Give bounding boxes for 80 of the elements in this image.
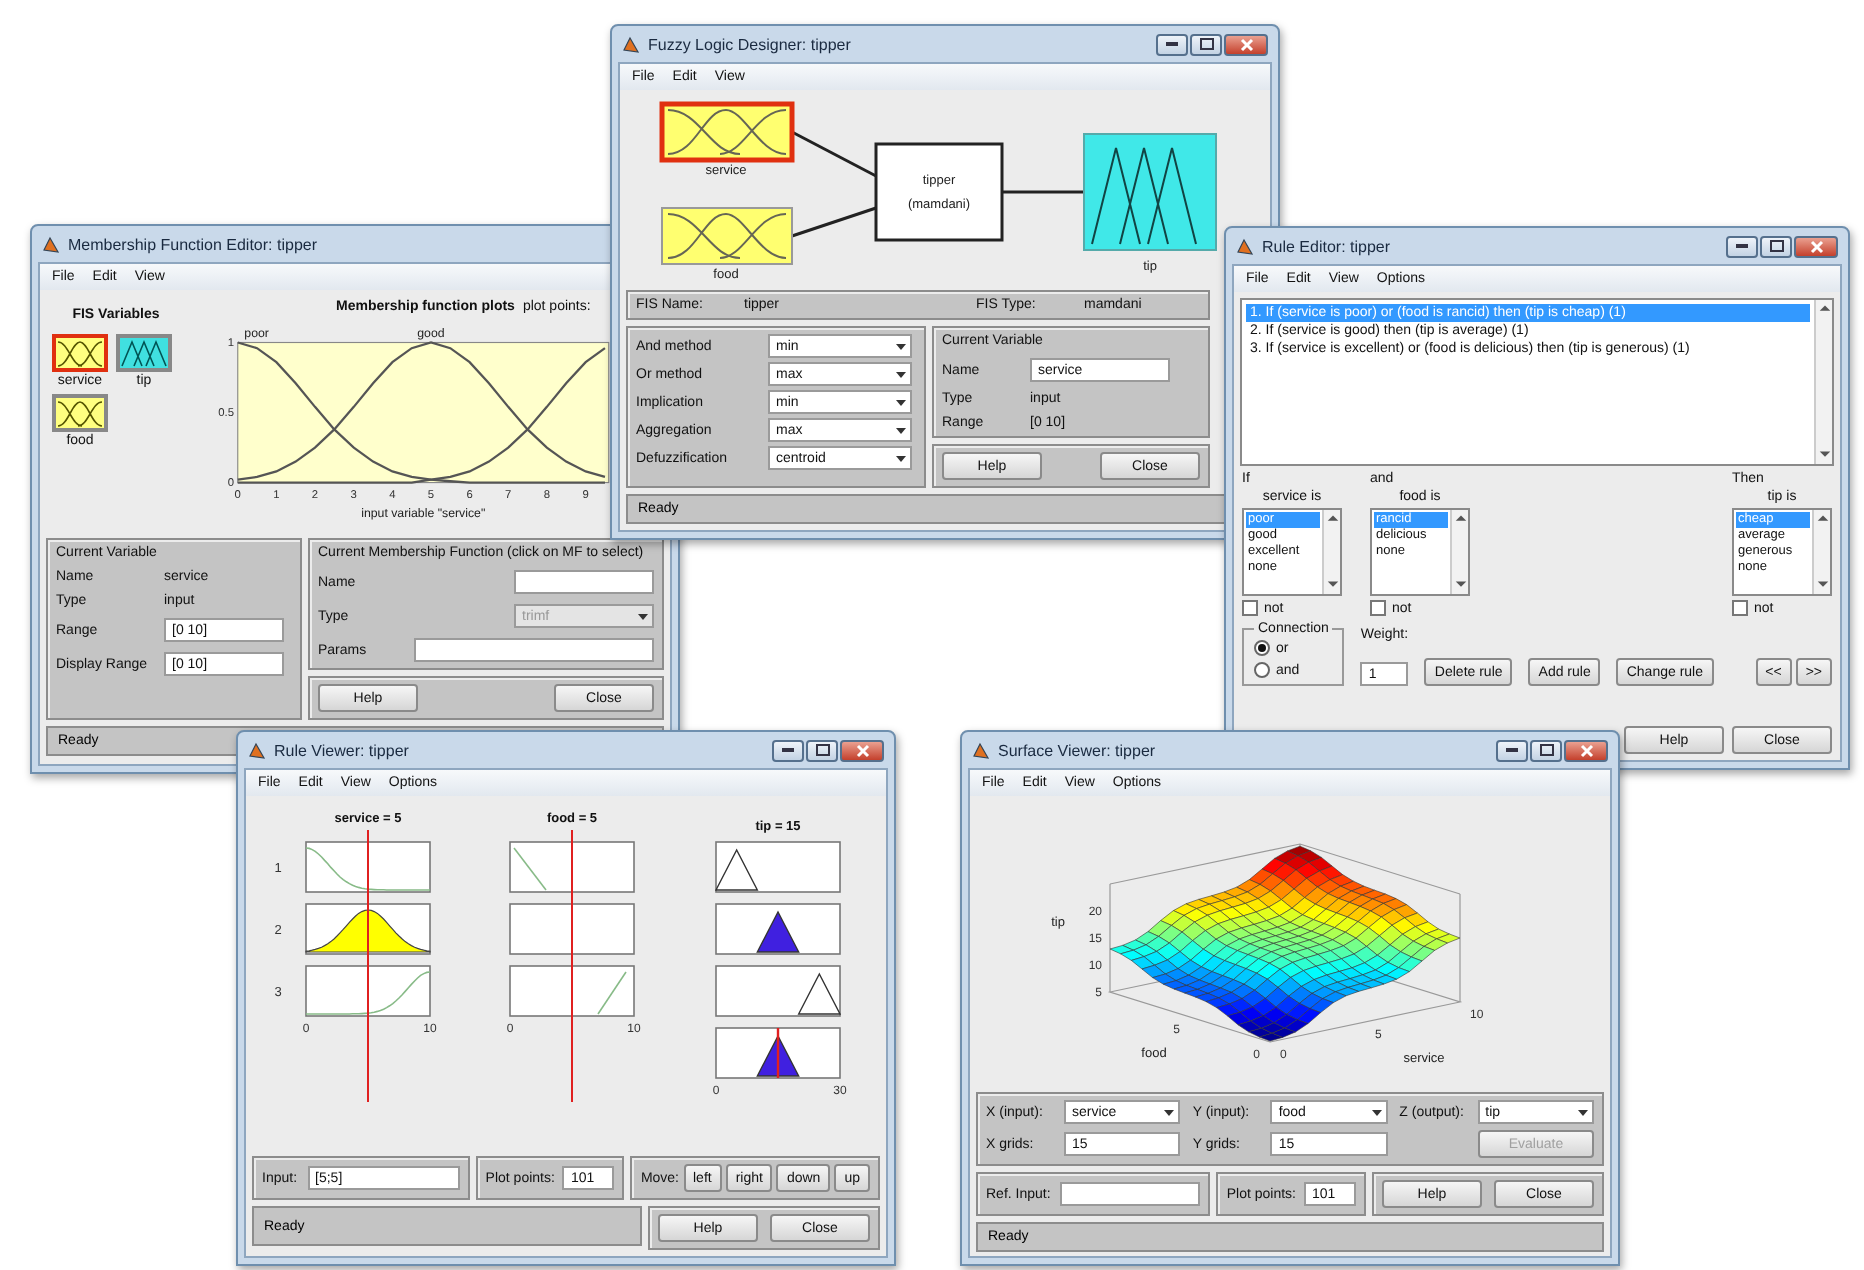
connector-line — [791, 130, 877, 178]
scroll-down-icon[interactable] — [1325, 578, 1339, 592]
checkbox[interactable] — [1242, 600, 1258, 616]
window-title: Rule Viewer: tipper — [274, 741, 411, 759]
window-title: Surface Viewer: tipper — [998, 741, 1158, 759]
connector-line — [1002, 190, 1084, 194]
window-title: Membership Function Editor: tipper — [68, 235, 319, 253]
window-title: Fuzzy Logic Designer: tipper — [648, 35, 853, 53]
mf-plot — [714, 841, 841, 893]
variable-icon[interactable] — [116, 334, 172, 372]
minimize-button[interactable] — [1496, 739, 1528, 761]
mf-plot — [715, 903, 841, 955]
input-block[interactable] — [661, 207, 793, 265]
maximize-button[interactable] — [1190, 33, 1222, 55]
mf-plot — [305, 841, 431, 893]
scroll-up-icon[interactable] — [1325, 512, 1339, 526]
window-title: Rule Editor: tipper — [1262, 237, 1393, 255]
checkbox[interactable] — [1370, 600, 1386, 616]
system-block[interactable] — [874, 142, 1004, 242]
mf-plot — [509, 903, 635, 955]
close-icon — [1239, 37, 1253, 51]
minimize-icon — [782, 748, 794, 752]
output-block[interactable] — [1083, 133, 1217, 251]
radio-button[interactable] — [1254, 662, 1270, 678]
minimize-button[interactable] — [772, 739, 804, 761]
app-icon — [972, 741, 990, 759]
checkbox[interactable] — [1732, 600, 1748, 616]
scroll-down-icon[interactable] — [1815, 578, 1829, 592]
scroll-down-icon[interactable] — [1453, 578, 1467, 592]
caret-icon — [1162, 1105, 1177, 1119]
maximize-button[interactable] — [1530, 739, 1562, 761]
close-button[interactable] — [1794, 235, 1838, 257]
maximize-icon — [1539, 744, 1553, 756]
input-value-line[interactable] — [367, 829, 369, 1103]
app-icon — [42, 235, 60, 253]
aggregate-plot — [715, 1027, 841, 1079]
variable-icon[interactable] — [52, 394, 108, 432]
close-icon — [1579, 743, 1593, 757]
maximize-icon — [1769, 240, 1783, 252]
mf-plot — [509, 841, 635, 893]
input-block[interactable] — [659, 101, 795, 163]
minimize-icon — [1506, 748, 1518, 752]
mf-plot — [305, 903, 431, 955]
scrollbar[interactable] — [1322, 510, 1340, 594]
close-button[interactable] — [840, 739, 884, 761]
close-icon — [1809, 239, 1823, 253]
variable-icon[interactable] — [52, 334, 108, 372]
close-button[interactable] — [1224, 33, 1268, 55]
caret-icon — [1369, 1105, 1384, 1119]
maximize-icon — [815, 744, 829, 756]
maximize-icon — [1199, 38, 1213, 50]
mf-plot — [305, 965, 431, 1017]
minimize-button[interactable] — [1726, 235, 1758, 257]
minimize-icon — [1736, 244, 1748, 248]
text-field[interactable] — [514, 570, 654, 594]
app-icon — [1236, 237, 1254, 255]
scroll-up-icon[interactable] — [1815, 512, 1829, 526]
scrollbar[interactable] — [1814, 300, 1832, 464]
minimize-icon — [1166, 42, 1178, 46]
caret-icon — [1576, 1105, 1590, 1119]
maximize-button[interactable] — [806, 739, 838, 761]
ref-input-field[interactable] — [1060, 1182, 1201, 1206]
app-icon — [622, 35, 640, 53]
scrollbar[interactable] — [1812, 510, 1830, 594]
maximize-button[interactable] — [1760, 235, 1792, 257]
scrollbar[interactable] — [1450, 510, 1468, 594]
mf-plot — [715, 965, 842, 1017]
minimize-button[interactable] — [1156, 33, 1188, 55]
mf-plot — [509, 965, 635, 1017]
scroll-up-icon[interactable] — [1817, 302, 1831, 316]
app-icon — [248, 741, 266, 759]
connector-line — [791, 206, 877, 238]
close-button[interactable] — [1564, 739, 1608, 761]
close-icon — [855, 743, 869, 757]
scroll-up-icon[interactable] — [1453, 512, 1467, 526]
text-field[interactable] — [414, 638, 654, 662]
caret-icon — [636, 609, 650, 623]
radio-button[interactable] — [1254, 640, 1270, 656]
scroll-down-icon[interactable] — [1817, 448, 1831, 462]
input-value-line[interactable] — [571, 829, 573, 1103]
